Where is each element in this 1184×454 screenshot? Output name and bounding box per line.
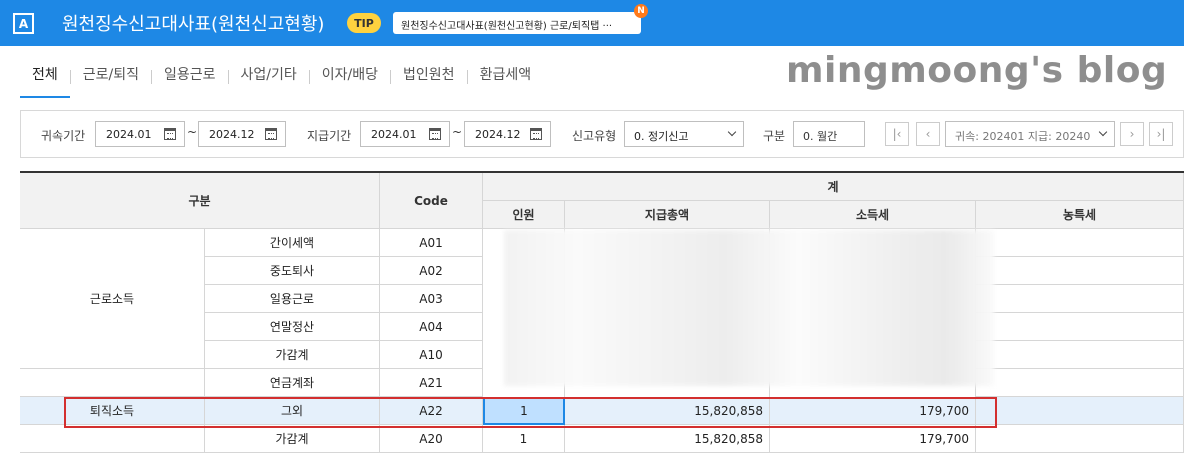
range-tilde: ~ [187,125,198,139]
item-label: 일용근로 [205,285,380,313]
tab-interest-dividend[interactable]: 이자/배당 [310,46,390,98]
app-icon: A [13,13,34,34]
tab-corporate[interactable]: 법인원천 [391,46,467,98]
header-total-group: 계 [483,173,1184,201]
division-label: 구분 [763,129,786,143]
code-cell: A01 [380,229,483,257]
prev-page-button[interactable]: ‹ [916,122,940,146]
tab-all[interactable]: 전체 [20,46,70,98]
payment-from-input[interactable]: 2024.01 [360,121,450,147]
report-type-label: 신고유형 [572,129,617,143]
payment-from-value: 2024.01 [371,128,417,141]
calendar-icon[interactable] [429,128,441,140]
header-total-paid: 지급총액 [565,201,770,229]
rural-tax-cell[interactable] [976,397,1184,425]
chevron-down-icon [727,127,737,137]
window-title: 원천징수신고대사표(원천신고현황) [62,14,325,35]
range-tilde: ~ [452,125,463,139]
tab-daily-labor[interactable]: 일용근로 [152,46,228,98]
calendar-icon[interactable] [265,128,277,140]
rural-tax-cell[interactable] [976,229,1184,257]
code-cell: A10 [380,341,483,369]
payment-to-value: 2024.12 [475,128,521,141]
header-code: Code [380,173,483,229]
chevron-down-icon [1098,127,1108,137]
rural-tax-cell[interactable] [976,425,1184,453]
new-badge: N [634,4,648,18]
report-grid: 구분 Code 계 인원 지급총액 소득세 농특세 근로소득 퇴직소득 간이세액… [20,171,1184,454]
payment-to-input[interactable]: 2024.12 [464,121,551,147]
code-cell: A02 [380,257,483,285]
payment-period-label: 지급기간 [307,129,352,143]
item-label: 가감계 [205,425,380,453]
code-cell: A04 [380,313,483,341]
total-paid-cell[interactable]: 15,820,858 [565,425,770,453]
code-cell: A20 [380,425,483,453]
rural-tax-cell[interactable] [976,257,1184,285]
attribution-from-input[interactable]: 2024.01 [95,121,185,147]
next-page-button[interactable]: › [1120,122,1144,146]
attribution-to-input[interactable]: 2024.12 [198,121,286,147]
division-value: 0. 월간 [803,130,838,143]
code-cell: A21 [380,369,483,397]
header-rural-tax: 농특세 [976,201,1184,229]
tab-bar: 전체 근로/퇴직 일용근로 사업/기타 이자/배당 법인원천 환급세액 [20,46,543,98]
header-income-tax: 소득세 [770,201,976,229]
tab-business-other[interactable]: 사업/기타 [229,46,309,98]
redacted-values [504,230,994,386]
filter-bar: 귀속기간 2024.01 ~ 2024.12 지급기간 2024.01 ~ 20… [20,110,1184,158]
code-cell: A03 [380,285,483,313]
header-category: 구분 [20,173,380,229]
attribution-from-value: 2024.01 [106,128,152,141]
rural-tax-cell[interactable] [976,341,1184,369]
attribution-to-value: 2024.12 [209,128,255,141]
last-page-button[interactable]: ›| [1149,122,1173,146]
item-label: 연금계좌 [205,369,380,397]
annotation-highlight-box [64,397,997,428]
period-select[interactable]: 귀속: 202401 지급: 20240 [945,121,1115,147]
period-select-value: 귀속: 202401 지급: 20240 [955,130,1091,143]
rural-tax-cell[interactable] [976,369,1184,397]
attribution-period-label: 귀속기간 [41,129,86,143]
title-bar: A 원천징수신고대사표(원천신고현황) TIP 원천징수신고대사표(원천신고현황… [0,0,1184,46]
group-labor-income: 근로소득 [20,229,205,369]
watermark: mingmoong's blog [786,50,1168,91]
header-persons: 인원 [483,201,565,229]
item-label: 가감계 [205,341,380,369]
item-label: 간이세액 [205,229,380,257]
group-cell [20,369,205,397]
tip-badge[interactable]: TIP [347,13,381,33]
persons-cell[interactable]: 1 [483,425,565,453]
item-label: 연말정산 [205,313,380,341]
calendar-icon[interactable] [530,128,542,140]
group-cell [20,425,205,453]
division-select[interactable]: 0. 월간 [793,121,865,147]
first-page-button[interactable]: |‹ [885,122,909,146]
tab-refund-tax[interactable]: 환급세액 [468,46,544,98]
rural-tax-cell[interactable] [976,313,1184,341]
item-label: 중도퇴사 [205,257,380,285]
tip-message[interactable]: 원천징수신고대사표(원천신고현황) 근로/퇴직탭 ··· [393,12,641,34]
report-type-value: 0. 정기신고 [634,130,689,143]
report-type-select[interactable]: 0. 정기신고 [624,121,744,147]
tab-labor-retirement[interactable]: 근로/퇴직 [71,46,151,98]
rural-tax-cell[interactable] [976,285,1184,313]
income-tax-cell[interactable]: 179,700 [770,425,976,453]
calendar-icon[interactable] [164,128,176,140]
